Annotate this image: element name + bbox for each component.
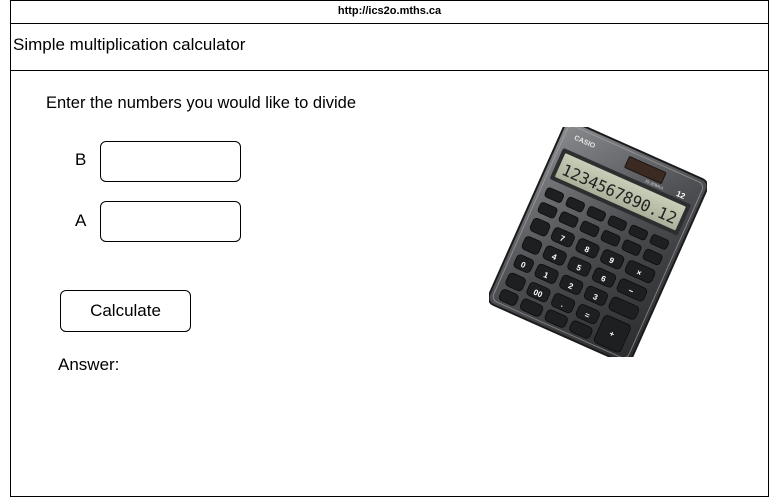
calculate-button[interactable]: Calculate	[60, 290, 191, 332]
header: Simple multiplication calculator	[11, 23, 768, 71]
field-a-label: A	[75, 211, 87, 230]
url-bar: http://ics2o.mths.ca	[11, 1, 768, 24]
field-a-input[interactable]	[100, 201, 241, 242]
page-frame: http://ics2o.mths.ca Simple multiplicati…	[10, 0, 769, 497]
field-b-input[interactable]	[100, 141, 241, 182]
calculator-image: CASIO 1234567890.12 12 JS-20WKA 7 8 9 4 …	[489, 127, 707, 357]
answer-label: Answer:	[58, 355, 120, 374]
instructions-text: Enter the numbers you would like to divi…	[46, 94, 357, 112]
field-b-label: B	[75, 150, 87, 169]
page-title: Simple multiplication calculator	[13, 35, 246, 54]
